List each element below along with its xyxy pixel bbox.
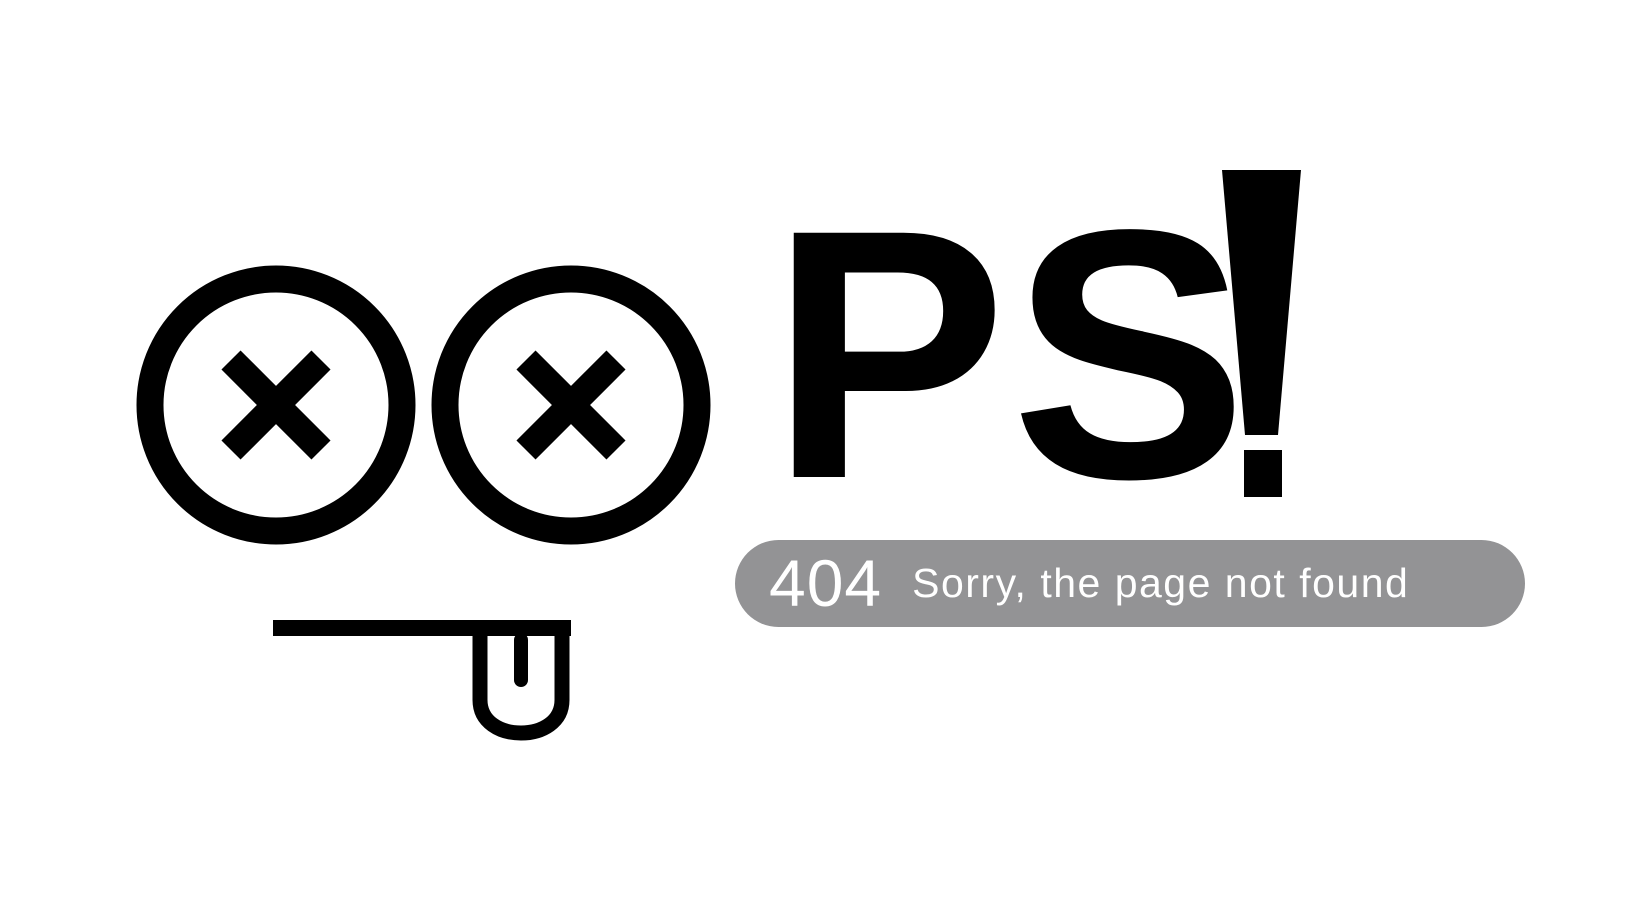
error-page: PS 404 Sorry, the page not found [0,0,1635,907]
error-message: Sorry, the page not found [912,560,1410,606]
tongue-out-mouth-icon [273,620,571,741]
left-eye-x-circle-icon [136,265,416,545]
error-code: 404 [769,546,883,620]
right-eye-x-circle-icon [431,265,711,545]
error-banner: 404 Sorry, the page not found [735,540,1525,627]
oops-wordmark: PS [770,157,1252,553]
exclamation-mark-icon [1222,170,1301,497]
